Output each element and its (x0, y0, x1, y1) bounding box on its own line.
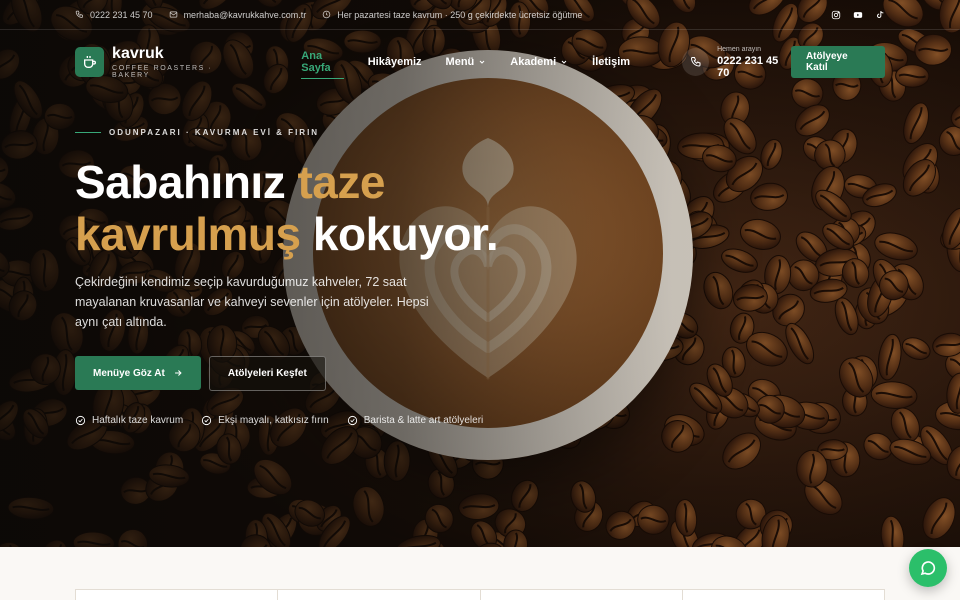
coffee-cup-icon (83, 56, 96, 68)
clock-icon (323, 10, 331, 19)
nav-item-home-label: Ana Sayfa (301, 50, 331, 74)
info-card (683, 590, 884, 600)
phone-icon (690, 57, 701, 67)
info-card (76, 590, 279, 600)
hero-eyebrow: ODUNPAZARI · KAVURMA EVİ & FIRIN (75, 128, 319, 137)
phone-circle (682, 48, 710, 76)
nav-item-story-label: Hikâyemiz (367, 56, 422, 68)
topbar-notice: Her pazartesi taze kavrum · 250 g çekird… (322, 10, 582, 20)
nav-item-menu[interactable]: Menü (446, 50, 487, 74)
tiktok-icon[interactable] (875, 10, 885, 20)
nav-item-academy-label: Akademi (510, 56, 557, 68)
call-label: Hemen arayın (717, 45, 762, 53)
topbar-phone[interactable]: 0222 231 45 70 (75, 10, 153, 20)
headline-part-1: Sabahınız (75, 156, 298, 208)
hero-lead: Çekirdeğini kendimiz seçip kavurduğumuz … (75, 275, 429, 329)
logo-badge[interactable] (75, 47, 105, 77)
call-block[interactable]: Hemen arayın 0222 231 45 70 (682, 46, 791, 79)
whatsapp-chat-button[interactable] (909, 549, 947, 587)
arrow-right-icon (174, 370, 182, 376)
chevron-down-icon (479, 60, 485, 64)
eyebrow-line (75, 132, 101, 133)
check-circle-icon (347, 415, 357, 426)
headline-part-2: kokuyor. (300, 208, 499, 260)
topbar-email-text: merhaba@kavrukkahve.com.tr (183, 9, 307, 20)
topbar-email[interactable]: merhaba@kavrukkahve.com.tr (169, 9, 307, 20)
info-cards-row (75, 589, 885, 600)
main-navbar: kavruk COFFEE ROASTERS · BAKERY Ana Sayf… (75, 44, 885, 79)
info-card (278, 590, 481, 600)
topbar-phone-text: 0222 231 45 70 (90, 9, 153, 20)
chevron-down-icon (561, 60, 567, 64)
nav-item-story[interactable]: Hikâyemiz (368, 50, 422, 74)
browse-menu-button[interactable]: Menüye Göz At (75, 356, 201, 390)
nav-item-academy[interactable]: Akademi (510, 50, 568, 74)
feature-label: Ekşi mayalı, katkısız fırın (218, 415, 329, 426)
feature-label: Barista & latte art atölyeleri (363, 415, 484, 426)
hero-features: Haftalık taze kavrum Ekşi mayalı, katkıs… (75, 415, 483, 426)
social-links (831, 10, 885, 20)
explore-workshops-button[interactable]: Atölyeleri Keşfet (208, 356, 326, 391)
instagram-icon[interactable] (831, 10, 841, 20)
headline-gold-2: kavrulmuş (75, 208, 301, 260)
nav-item-home[interactable]: Ana Sayfa (301, 50, 345, 79)
mail-icon (169, 11, 177, 18)
feature-item: Haftalık taze kavrum (75, 415, 183, 426)
brand-tagline: COFFEE ROASTERS · BAKERY (112, 64, 213, 79)
join-workshop-button[interactable]: Atölyeye Katıl (790, 46, 885, 78)
chat-bubble-icon (920, 561, 936, 576)
nav-item-menu-label: Menü (445, 56, 475, 68)
hero-headline: Sabahınız taze kavrulmuş kokuyor. (75, 156, 499, 260)
nav-item-contact-label: İletişim (592, 56, 631, 68)
top-bar: 0222 231 45 70 merhaba@kavrukkahve.com.t… (0, 0, 960, 30)
check-circle-icon (202, 415, 212, 426)
check-circle-icon (75, 415, 86, 426)
feature-label: Haftalık taze kavrum (92, 415, 184, 426)
youtube-icon[interactable] (853, 10, 863, 20)
call-number: 0222 231 45 70 (717, 54, 779, 79)
nav-item-contact[interactable]: İletişim (592, 50, 630, 74)
feature-item: Ekşi mayalı, katkısız fırın (201, 415, 329, 426)
topbar-notice-text: Her pazartesi taze kavrum · 250 g çekird… (337, 9, 583, 20)
brand-name: kavruk (112, 44, 164, 62)
phone-icon (75, 10, 83, 18)
browse-menu-label: Menüye Göz At (93, 367, 165, 379)
nav-menu: Ana Sayfa Hikâyemiz Menü Akademi İletişi… (301, 50, 630, 79)
logo-text[interactable]: kavruk COFFEE ROASTERS · BAKERY (112, 44, 249, 79)
eyebrow-text: ODUNPAZARI · KAVURMA EVİ & FIRIN (109, 128, 320, 137)
headline-gold-1: taze (297, 156, 385, 208)
hero-buttons: Menüye Göz At Atölyeleri Keşfet (75, 356, 326, 391)
info-card (481, 590, 683, 600)
feature-item: Barista & latte art atölyeleri (347, 415, 484, 426)
